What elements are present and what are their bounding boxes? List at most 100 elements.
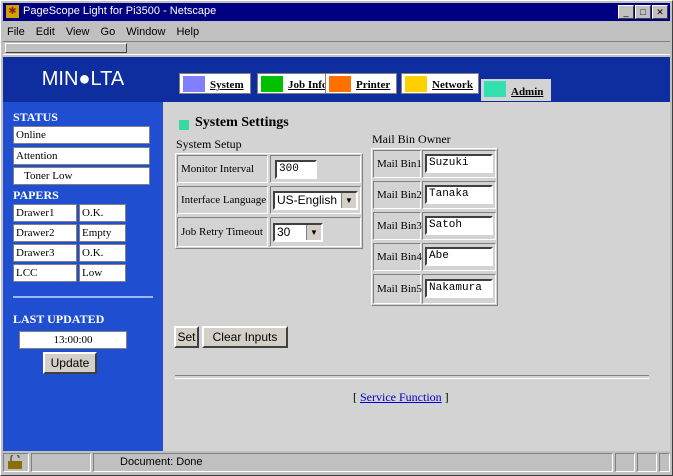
update-button[interactable]: Update — [43, 352, 97, 374]
monitor-interval-label-cell: Monitor Interval — [177, 155, 268, 183]
close-button[interactable]: ✕ — [652, 5, 668, 19]
tab-label[interactable]: Network — [432, 79, 473, 91]
mail-bin-owner-label: Mail Bin Owner — [372, 132, 451, 146]
chevron-down-icon[interactable]: ▼ — [306, 225, 321, 240]
status-heading: STATUS — [13, 110, 58, 124]
mail-bin-input[interactable]: Abe — [425, 247, 493, 266]
chevron-down-icon[interactable]: ▼ — [341, 193, 356, 208]
tab-admin[interactable]: Admin — [481, 79, 551, 101]
system-setup-label: System Setup — [176, 137, 242, 151]
tab-label[interactable]: Admin — [511, 86, 543, 98]
last-updated-heading: LAST UPDATED — [13, 312, 105, 326]
paper-name: Drawer1 — [13, 204, 77, 222]
paper-state: Empty — [79, 224, 126, 242]
clear-inputs-button[interactable]: Clear Inputs — [202, 326, 288, 348]
menu-help[interactable]: Help — [176, 26, 199, 38]
status-toner-low: Toner Low — [13, 167, 150, 185]
tab-label[interactable]: Printer — [356, 79, 390, 91]
job-retry-timeout-label: Job Retry Timeout — [181, 226, 263, 238]
status-pane — [637, 453, 657, 472]
security-lock-icon[interactable] — [3, 453, 29, 472]
bracket-close: ] — [444, 390, 449, 404]
section-divider — [175, 375, 649, 379]
mail-bin-label: Mail Bin3 — [377, 220, 422, 232]
status-attention: Attention — [13, 147, 150, 165]
paper-name: Drawer2 — [13, 224, 77, 242]
service-function-link-wrapper: [ Service Function ] — [353, 390, 449, 405]
menu-edit[interactable]: Edit — [36, 26, 55, 38]
interface-language-label: Interface Language — [181, 194, 267, 206]
netscape-app-icon: ✱ — [6, 5, 19, 18]
tab-color-swatch — [484, 81, 506, 97]
mail-bin-label-cell: Mail Bin5 — [373, 274, 422, 304]
paper-state: O.K. — [79, 244, 126, 262]
mail-bin-input[interactable]: Suzuki — [425, 154, 493, 173]
minimize-button[interactable]: _ — [618, 5, 634, 19]
mail-bin-label-cell: Mail Bin3 — [373, 212, 422, 240]
menu-bar: File Edit View Go Window Help — [3, 23, 203, 41]
job-retry-timeout-select[interactable]: 30 ▼ — [273, 223, 323, 242]
mail-bin-input[interactable]: Satoh — [425, 216, 493, 235]
menu-file[interactable]: File — [7, 26, 25, 38]
maximize-button[interactable]: □ — [635, 5, 651, 19]
interface-language-value: US-English — [277, 193, 338, 207]
toolbar-grip-handle[interactable] — [5, 43, 127, 53]
tab-color-swatch — [329, 76, 351, 92]
status-sidebar: STATUS Online Attention Toner Low PAPERS… — [3, 102, 163, 451]
page-content: MIN●LTA System Job Info Printer Network — [3, 57, 670, 451]
mail-bin-label: Mail Bin4 — [377, 251, 422, 263]
tab-system[interactable]: System — [179, 73, 251, 94]
window-title: PageScope Light for Pi3500 - Netscape — [23, 5, 217, 17]
section-title: System Settings — [195, 115, 289, 130]
tab-label[interactable]: Job Info — [288, 79, 327, 91]
status-progress-pane — [31, 453, 91, 472]
paper-state: O.K. — [79, 204, 126, 222]
tab-label[interactable]: System — [210, 79, 244, 91]
menu-view[interactable]: View — [66, 26, 90, 38]
paper-name: LCC — [13, 264, 77, 282]
tab-job-info[interactable]: Job Info — [257, 73, 329, 94]
toolbar-strip — [3, 41, 670, 55]
interface-language-select[interactable]: US-English ▼ — [273, 191, 358, 210]
set-button[interactable]: Set — [174, 326, 199, 348]
tab-color-swatch — [405, 76, 427, 92]
mail-bin-label: Mail Bin1 — [377, 158, 422, 170]
window-controls: _ □ ✕ — [617, 5, 668, 19]
paper-state: Low — [79, 264, 126, 282]
monitor-interval-label: Monitor Interval — [181, 163, 255, 175]
job-retry-timeout-label-cell: Job Retry Timeout — [177, 217, 268, 247]
browser-window: ✱ PageScope Light for Pi3500 - Netscape … — [0, 0, 673, 476]
last-updated-time: 13:00:00 — [19, 331, 127, 349]
menu-go[interactable]: Go — [101, 26, 116, 38]
admin-panel: System Settings System Setup Monitor Int… — [163, 102, 670, 451]
status-text: Document: Done — [93, 453, 613, 472]
papers-heading: PAPERS — [13, 188, 59, 202]
status-online: Online — [13, 126, 150, 144]
interface-language-label-cell: Interface Language — [177, 186, 268, 214]
header-band: MIN●LTA System Job Info Printer Network — [3, 57, 670, 102]
tab-network[interactable]: Network — [401, 73, 479, 94]
tab-color-swatch — [261, 76, 283, 92]
mail-bin-input[interactable]: Tanaka — [425, 185, 493, 204]
sidebar-divider — [13, 296, 153, 298]
brand-logo: MIN●LTA — [41, 68, 125, 90]
mail-bin-label-cell: Mail Bin2 — [373, 181, 422, 209]
paper-name: Drawer3 — [13, 244, 77, 262]
section-marker-icon — [179, 120, 189, 130]
status-pane — [615, 453, 635, 472]
job-retry-timeout-value: 30 — [277, 225, 291, 239]
mail-bin-label: Mail Bin2 — [377, 189, 422, 201]
mail-bin-label-cell: Mail Bin4 — [373, 243, 422, 271]
menu-window[interactable]: Window — [126, 26, 165, 38]
bracket-open: [ — [353, 390, 357, 404]
title-bar: ✱ PageScope Light for Pi3500 - Netscape … — [3, 3, 670, 21]
resize-grip[interactable] — [659, 453, 670, 472]
monitor-interval-input[interactable]: 300 — [275, 160, 317, 179]
mail-bin-label-cell: Mail Bin1 — [373, 150, 422, 178]
status-bar: Document: Done — [3, 453, 670, 473]
tab-color-swatch — [183, 76, 205, 92]
tab-printer[interactable]: Printer — [325, 73, 397, 94]
service-function-link[interactable]: Service Function — [360, 390, 442, 404]
mail-bin-label: Mail Bin5 — [377, 283, 422, 295]
mail-bin-input[interactable]: Nakamura — [425, 279, 493, 298]
